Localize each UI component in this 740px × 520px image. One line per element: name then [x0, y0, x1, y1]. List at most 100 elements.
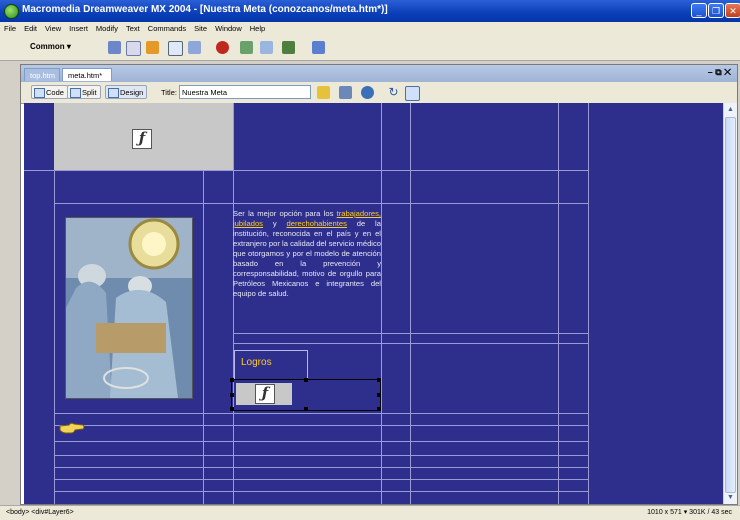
- menu-insert[interactable]: Insert: [65, 22, 92, 36]
- comment-icon[interactable]: [260, 41, 273, 54]
- menu-text[interactable]: Text: [122, 22, 144, 36]
- page-title-input[interactable]: [179, 85, 311, 99]
- layout-guide: [558, 103, 559, 504]
- layout-guide: [588, 103, 589, 504]
- resize-handle[interactable]: [377, 378, 381, 382]
- logros-heading-box[interactable]: Logros: [234, 350, 308, 380]
- tag-selector[interactable]: <body> <div#Layer6>: [6, 506, 74, 519]
- mission-rest-text: de la institución, reconocida en el país…: [233, 219, 381, 298]
- no-browser-check-errors-icon[interactable]: [317, 86, 330, 99]
- selected-layer[interactable]: ƒ: [230, 378, 381, 411]
- title-label: Title:: [161, 88, 177, 97]
- vertical-scrollbar[interactable]: ▲ ▼: [723, 103, 737, 504]
- resize-handle[interactable]: [304, 407, 308, 411]
- mission-intro-text: Ser la mejor opción para los: [233, 209, 334, 218]
- layout-guide: [233, 333, 588, 334]
- document-tabs: top.htm meta.htm* – ⧉ ✕: [21, 65, 737, 82]
- tab-meta-htm[interactable]: meta.htm*: [62, 68, 112, 81]
- design-label: Design: [120, 88, 144, 97]
- resize-handle[interactable]: [304, 378, 308, 382]
- minimize-button[interactable]: _: [691, 3, 707, 18]
- window-titlebar: Macromedia Dreamweaver MX 2004 - [Nuestr…: [0, 0, 740, 22]
- refresh-icon[interactable]: ↻: [387, 86, 400, 99]
- scroll-down-icon[interactable]: ▼: [725, 492, 736, 504]
- split-view-icon: [70, 88, 81, 98]
- mission-conjunction: y: [272, 219, 277, 228]
- document-toolbar: Code Split Design Title: ↻: [21, 82, 737, 104]
- resize-handle[interactable]: [377, 393, 381, 397]
- layout-guide: [54, 491, 588, 492]
- flash-icon: ƒ: [132, 129, 152, 149]
- media-icon[interactable]: [216, 41, 229, 54]
- highlight-jubilados[interactable]: jubilados: [233, 219, 263, 228]
- close-button[interactable]: ✕: [725, 3, 740, 18]
- view-options-icon[interactable]: [405, 86, 420, 101]
- table-icon[interactable]: [168, 41, 183, 56]
- code-view-icon: [34, 88, 45, 98]
- menu-modify[interactable]: Modify: [92, 22, 122, 36]
- split-view-button[interactable]: Split: [67, 85, 101, 99]
- flash-placeholder-top[interactable]: ƒ: [54, 103, 233, 170]
- insert-bar: Common ▾: [0, 36, 740, 61]
- dreamweaver-app-icon: [4, 4, 19, 19]
- surgery-photo[interactable]: [65, 217, 193, 399]
- preview-browser-icon[interactable]: [361, 86, 374, 99]
- design-view-icon: [108, 88, 119, 98]
- layout-guide: [54, 441, 588, 442]
- code-label: Code: [46, 88, 64, 97]
- menu-commands[interactable]: Commands: [144, 22, 190, 36]
- insert-category-dropdown[interactable]: Common ▾: [30, 42, 71, 51]
- tag-chooser-icon[interactable]: [312, 41, 325, 54]
- scrollbar-thumb[interactable]: [725, 117, 736, 493]
- tab-top-htm[interactable]: top.htm: [24, 68, 60, 81]
- templates-icon[interactable]: [282, 41, 295, 54]
- menu-view[interactable]: View: [41, 22, 65, 36]
- menu-site[interactable]: Site: [190, 22, 211, 36]
- email-link-icon[interactable]: [126, 41, 141, 56]
- resize-handle[interactable]: [377, 407, 381, 411]
- document-window: top.htm meta.htm* – ⧉ ✕ Code Split Desig…: [20, 64, 738, 505]
- layout-guide: [54, 455, 588, 456]
- insert-category-label: Common: [30, 42, 65, 51]
- named-anchor-icon[interactable]: [146, 41, 159, 54]
- date-icon[interactable]: [240, 41, 253, 54]
- resize-handle[interactable]: [230, 378, 234, 382]
- layout-guide: [54, 413, 588, 414]
- pointing-hand-icon[interactable]: [59, 421, 85, 435]
- highlight-trabajadores[interactable]: trabajadores,: [337, 209, 381, 218]
- split-label: Split: [82, 88, 97, 97]
- logros-title: Logros: [241, 357, 272, 368]
- flash-icon: ƒ: [255, 384, 275, 404]
- layer-icon[interactable]: [188, 41, 201, 54]
- window-size-info[interactable]: 1010 x 571 ▾ 301K / 43 sec: [647, 506, 732, 519]
- maximize-button[interactable]: ❐: [708, 3, 724, 18]
- layout-guide: [54, 203, 588, 204]
- document-window-controls[interactable]: – ⧉ ✕: [708, 67, 731, 78]
- layout-guide: [410, 103, 411, 504]
- design-view-button[interactable]: Design: [105, 85, 148, 99]
- resize-handle[interactable]: [230, 393, 234, 397]
- menu-help[interactable]: Help: [246, 22, 269, 36]
- menu-window[interactable]: Window: [211, 22, 246, 36]
- resize-handle[interactable]: [230, 407, 234, 411]
- menu-file[interactable]: File: [0, 22, 20, 36]
- design-canvas[interactable]: ƒ Ser la mejor opción para los trabajado…: [24, 103, 724, 504]
- scroll-up-icon[interactable]: ▲: [725, 104, 736, 116]
- file-management-icon[interactable]: [339, 86, 352, 99]
- layout-guide: [54, 467, 588, 468]
- menu-bar: File Edit View Insert Modify Text Commands Site…: [0, 22, 740, 36]
- hyperlink-icon[interactable]: [108, 41, 121, 54]
- layout-guide: [233, 103, 234, 504]
- menu-edit[interactable]: Edit: [20, 22, 41, 36]
- window-title: Macromedia Dreamweaver MX 2004 - [Nuestr…: [22, 4, 388, 15]
- layout-guide: [54, 425, 588, 426]
- surgery-photo-graphic: [66, 218, 192, 398]
- layout-guide: [24, 170, 588, 171]
- layout-guide: [381, 103, 382, 504]
- flash-placeholder-logros[interactable]: ƒ: [236, 383, 292, 405]
- status-bar: <body> <div#Layer6> 1010 x 571 ▾ 301K / …: [0, 505, 740, 520]
- layout-guide: [54, 479, 588, 480]
- layout-guide: [233, 343, 588, 344]
- highlight-derechohabientes[interactable]: derechohabientes: [287, 219, 347, 228]
- code-view-button[interactable]: Code: [31, 85, 68, 99]
